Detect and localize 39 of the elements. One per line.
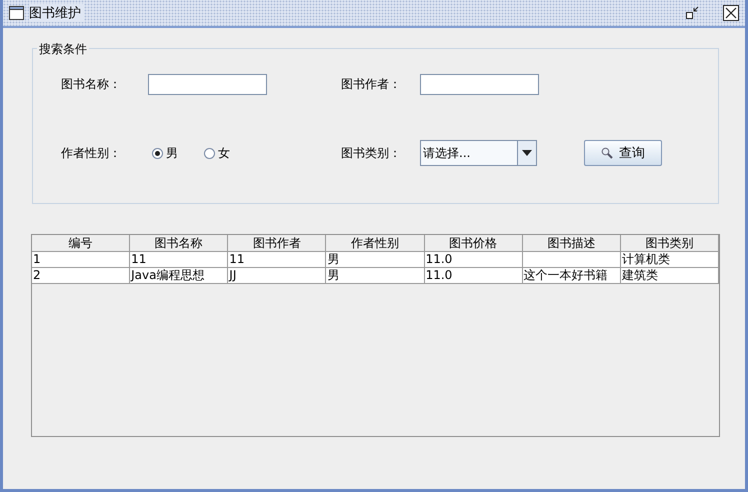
dropdown-arrow-icon bbox=[522, 150, 532, 156]
table-cell: 11.0 bbox=[424, 252, 523, 268]
radio-button[interactable] bbox=[204, 148, 215, 158]
column-header[interactable]: 编号 bbox=[32, 235, 130, 252]
input-field[interactable] bbox=[420, 74, 539, 94]
group-title: 搜索条件 bbox=[37, 41, 89, 58]
column-header[interactable]: 图书价格 bbox=[424, 235, 523, 252]
window-icon bbox=[9, 6, 24, 20]
search-button[interactable]: 查询 bbox=[584, 140, 662, 166]
column-header[interactable]: 作者性别 bbox=[326, 235, 425, 252]
field-label: 图书作者： bbox=[341, 76, 402, 92]
table-cell: 这个一本好书籍 bbox=[522, 268, 621, 284]
category-dropdown[interactable]: 请选择... bbox=[420, 140, 537, 166]
close-icon[interactable] bbox=[723, 5, 739, 21]
column-header[interactable]: 图书类别 bbox=[620, 235, 719, 252]
input-field[interactable] bbox=[148, 74, 267, 94]
column-header[interactable]: 图书作者 bbox=[228, 235, 326, 252]
magnifier-icon bbox=[601, 147, 613, 159]
table-cell: 11.0 bbox=[424, 268, 523, 284]
window-title: 图书维护 bbox=[29, 4, 84, 22]
radio-button[interactable] bbox=[152, 148, 163, 158]
field-label: 作者性别： bbox=[61, 144, 122, 162]
table-cell: 2 bbox=[32, 268, 130, 284]
table-cell: 男 bbox=[326, 252, 425, 268]
table-cell: 1 bbox=[32, 252, 130, 268]
table-cell: 计算机类 bbox=[620, 252, 719, 268]
column-header[interactable]: 图书描述 bbox=[522, 235, 621, 252]
field-label: 图书名称： bbox=[61, 76, 122, 92]
column-header[interactable]: 图书名称 bbox=[130, 235, 228, 252]
table-cell: JJ bbox=[228, 268, 326, 284]
restore-icon[interactable] bbox=[685, 6, 699, 20]
table-cell: 建筑类 bbox=[620, 268, 719, 284]
radio-label: 男 bbox=[166, 144, 178, 162]
field-label: 图书类别： bbox=[341, 144, 402, 162]
table-cell: 11 bbox=[228, 252, 326, 268]
table-cell: 男 bbox=[326, 268, 425, 284]
table-cell: Java编程思想 bbox=[130, 268, 228, 284]
radio-label: 女 bbox=[218, 144, 230, 162]
table-cell: 11 bbox=[130, 252, 228, 268]
